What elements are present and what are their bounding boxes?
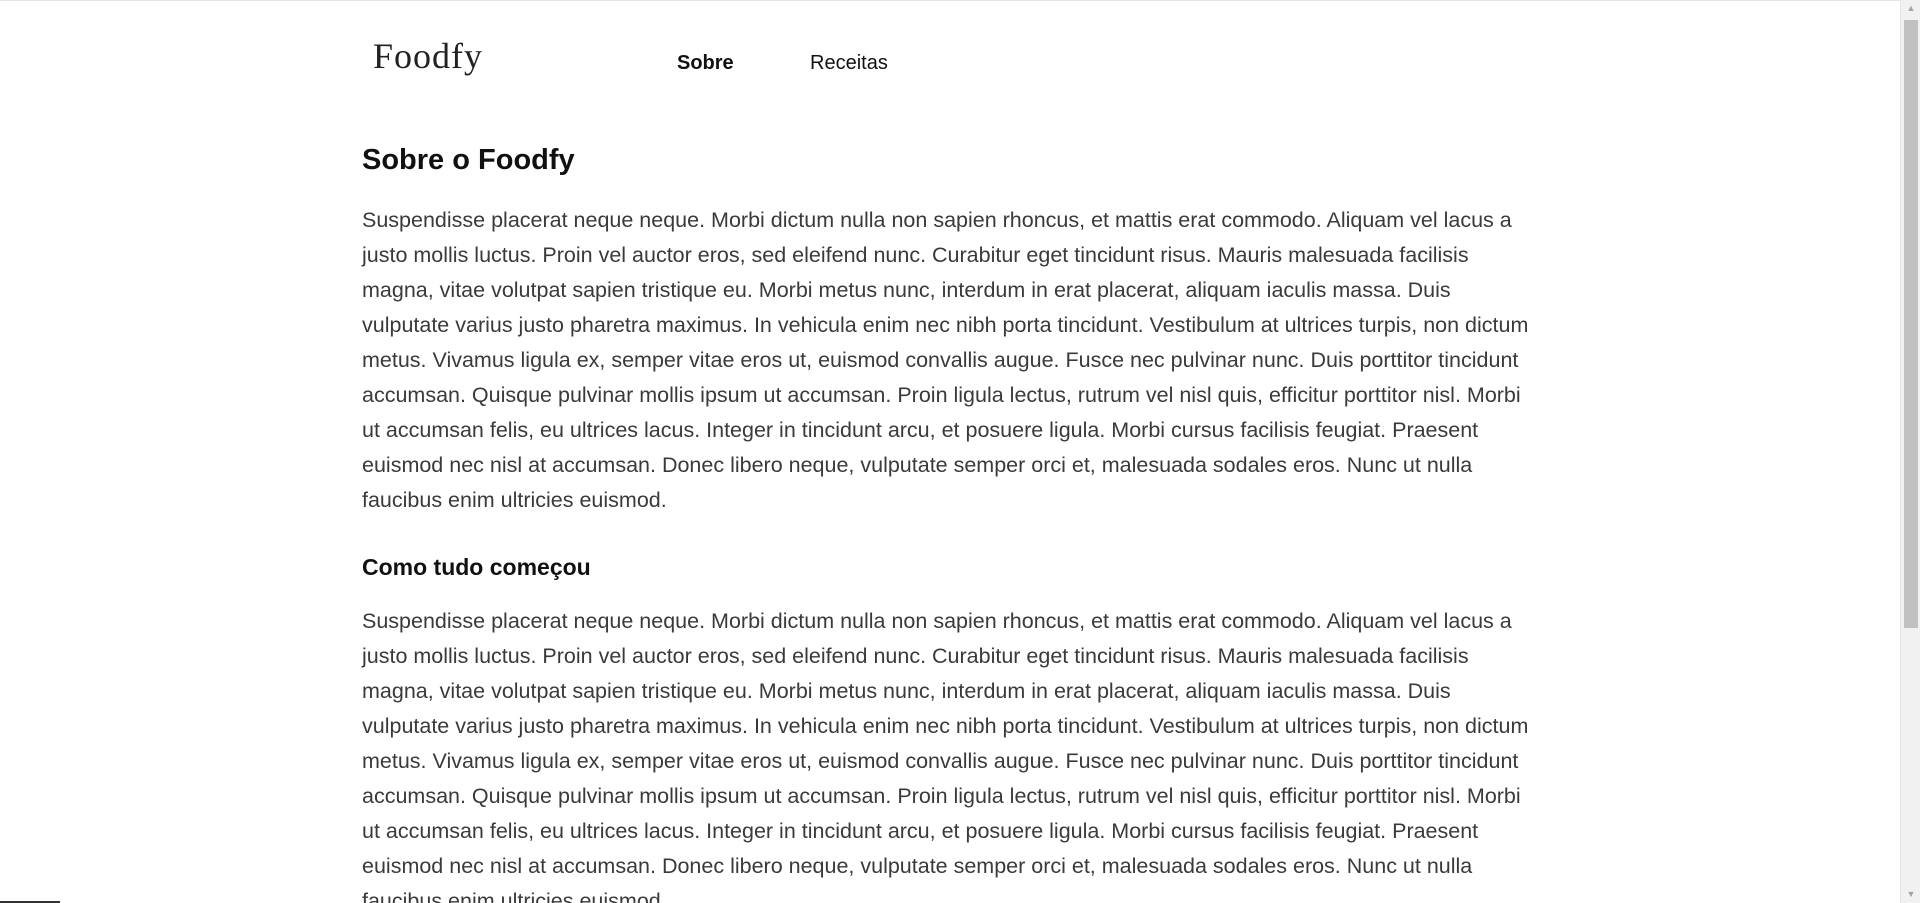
main-content: Sobre o Foodfy Suspendisse placerat nequ… bbox=[362, 138, 1542, 903]
page-title: Sobre o Foodfy bbox=[362, 144, 575, 176]
vertical-scrollbar[interactable]: ▲ ▼ bbox=[1900, 0, 1920, 903]
nav-link-receitas[interactable]: Receitas bbox=[810, 53, 888, 73]
section-title: Como tudo começou bbox=[362, 554, 591, 580]
nav-link-sobre[interactable]: Sobre bbox=[677, 53, 734, 73]
site-header: Foodfy Sobre Receitas bbox=[0, 0, 1900, 110]
section-paragraph: Suspendisse placerat neque neque. Morbi … bbox=[362, 609, 1529, 903]
scroll-down-arrow-icon[interactable]: ▼ bbox=[1901, 886, 1920, 903]
scroll-up-arrow-icon[interactable]: ▲ bbox=[1901, 0, 1920, 17]
scrollbar-thumb[interactable] bbox=[1904, 20, 1918, 628]
logo[interactable]: Foodfy bbox=[373, 38, 483, 74]
intro-paragraph: Suspendisse placerat neque neque. Morbi … bbox=[362, 208, 1529, 512]
